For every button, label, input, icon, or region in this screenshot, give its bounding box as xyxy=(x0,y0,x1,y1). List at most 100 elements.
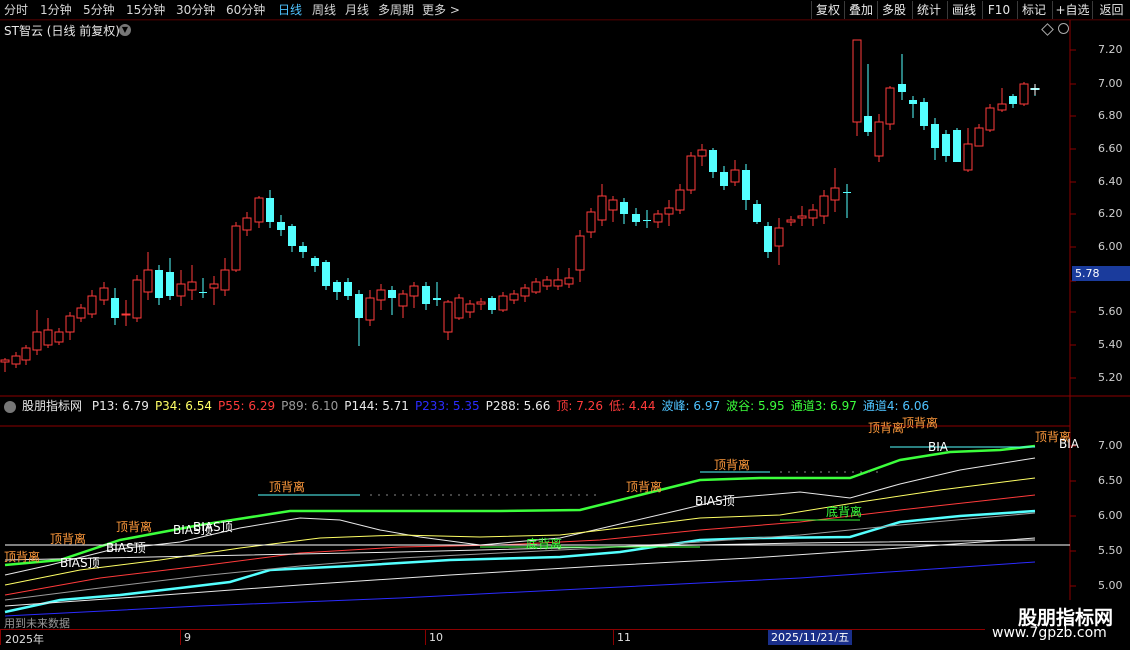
candle-body xyxy=(65,315,75,333)
candle-body xyxy=(11,355,21,365)
candle-body xyxy=(1009,96,1017,104)
annotation-label: BIAS顶 xyxy=(106,541,146,555)
candle-body xyxy=(909,100,917,104)
tf-5min[interactable]: 5分钟 xyxy=(83,2,115,18)
candle-body xyxy=(476,301,486,305)
candle-body xyxy=(199,292,207,293)
annotation-label: BIA xyxy=(1059,437,1079,451)
more-menu[interactable]: 更多 > xyxy=(422,2,460,18)
circle-icon[interactable] xyxy=(1058,23,1069,34)
candle-body xyxy=(87,295,97,315)
y-tick: 6.80 xyxy=(1098,109,1123,122)
candle-body xyxy=(21,347,31,361)
period-toolbar: 分时 1分钟 5分钟 15分钟 30分钟 60分钟 日线 周线 月线 多周期 更… xyxy=(0,0,1130,20)
annotation-label: 顶背离 xyxy=(714,458,751,472)
date-axis: 2025年 9 10 11 xyxy=(0,629,1075,646)
candle-body xyxy=(465,303,475,313)
annotation-label: BIAS顶 xyxy=(695,494,735,508)
candle-body xyxy=(132,279,142,319)
candle-body xyxy=(388,290,396,298)
indicator-value: 波谷: 5.95 xyxy=(726,399,785,413)
candle-body xyxy=(819,195,829,217)
ind-y-tick: 7.00 xyxy=(1098,439,1123,452)
candle-body xyxy=(155,270,163,298)
candle-body xyxy=(398,293,408,307)
y-tick: 6.40 xyxy=(1098,175,1123,188)
adjust-button[interactable]: 复权 xyxy=(811,1,844,19)
candle-body xyxy=(985,107,995,131)
candle-body xyxy=(874,121,884,157)
tf-weekly[interactable]: 周线 xyxy=(312,2,336,18)
candle-body xyxy=(620,202,628,214)
indicator-header: 股朋指标网 P13: 6.79 P34: 6.54 P55: 6.29 P89: 6.… xyxy=(4,398,941,414)
annotation-label: BIA xyxy=(928,440,948,454)
ind-y-tick: 5.00 xyxy=(1098,579,1123,592)
indicator-value: 低: 4.44 xyxy=(608,399,656,413)
indicator-name: 股朋指标网 xyxy=(22,399,83,413)
candle-body xyxy=(288,226,296,246)
indicator-value: 波峰: 6.97 xyxy=(661,399,721,413)
candle-body xyxy=(365,297,375,321)
y-tick: 6.00 xyxy=(1098,240,1123,253)
candle-body xyxy=(942,134,950,156)
date-label: 11 xyxy=(617,631,631,644)
candle-body xyxy=(187,281,197,291)
chart-canvas[interactable] xyxy=(0,0,1130,650)
indicator-value: P233: 5.35 xyxy=(414,399,480,413)
candle-body xyxy=(764,226,772,252)
y-tick: 7.00 xyxy=(1098,77,1123,90)
candle-body xyxy=(586,211,596,233)
y-tick: 5.20 xyxy=(1098,371,1123,384)
candle-body xyxy=(830,187,840,201)
candle-body xyxy=(299,246,307,252)
multi-stock-button[interactable]: 多股 xyxy=(877,1,910,19)
indicator-value: P144: 5.71 xyxy=(344,399,409,413)
tf-fenshi[interactable]: 分时 xyxy=(4,2,28,18)
add-watchlist-button[interactable]: +自选 xyxy=(1052,1,1092,19)
annotation-label: BIAS顶 xyxy=(193,520,233,534)
draw-line-button[interactable]: 画线 xyxy=(947,1,980,19)
candle-body xyxy=(808,209,818,219)
indicator-value: P89: 6.10 xyxy=(281,399,339,413)
tf-60min[interactable]: 60分钟 xyxy=(226,2,265,18)
candle-body xyxy=(753,204,761,222)
candle-body xyxy=(597,195,607,221)
candle-body xyxy=(843,192,851,193)
indicator-value: 通道4: 6.06 xyxy=(862,399,930,413)
candle-body xyxy=(376,289,386,301)
candle-body xyxy=(664,207,674,215)
ind-y-tick: 5.50 xyxy=(1098,544,1123,557)
candle-body xyxy=(885,87,895,125)
statistics-button[interactable]: 统计 xyxy=(912,1,945,19)
tf-monthly[interactable]: 月线 xyxy=(345,2,369,18)
candle-body xyxy=(742,170,750,200)
watermark-url: www.7gpzb.com xyxy=(992,625,1107,641)
tf-daily[interactable]: 日线 xyxy=(278,2,302,18)
indicator-value: P34: 6.54 xyxy=(154,399,213,413)
f10-button[interactable]: F10 xyxy=(982,1,1015,19)
tf-multi[interactable]: 多周期 xyxy=(378,2,414,18)
mark-button[interactable]: 标记 xyxy=(1017,1,1050,19)
candle-body xyxy=(254,197,264,223)
candle-body xyxy=(520,287,530,297)
candle-body xyxy=(43,329,53,346)
candle-body xyxy=(730,169,740,183)
tf-30min[interactable]: 30分钟 xyxy=(176,2,215,18)
candle-body xyxy=(322,262,330,286)
back-button[interactable]: 返回 xyxy=(1092,1,1130,19)
overlay-button[interactable]: 叠加 xyxy=(844,1,877,19)
candle-body xyxy=(333,282,341,292)
p144-line xyxy=(4,537,1036,607)
indicator-value: P288: 5.66 xyxy=(485,399,551,413)
candle-body xyxy=(355,294,363,318)
tf-1min[interactable]: 1分钟 xyxy=(40,2,72,18)
chevron-down-icon[interactable]: ▼ xyxy=(119,24,131,36)
y-tick: 5.40 xyxy=(1098,338,1123,351)
candle-body xyxy=(531,281,541,293)
candle-body xyxy=(231,225,241,271)
chevron-down-icon[interactable] xyxy=(4,400,16,413)
candle-body xyxy=(575,235,585,271)
candle-body xyxy=(277,222,285,230)
p233-line xyxy=(4,561,1036,617)
tf-15min[interactable]: 15分钟 xyxy=(126,2,165,18)
